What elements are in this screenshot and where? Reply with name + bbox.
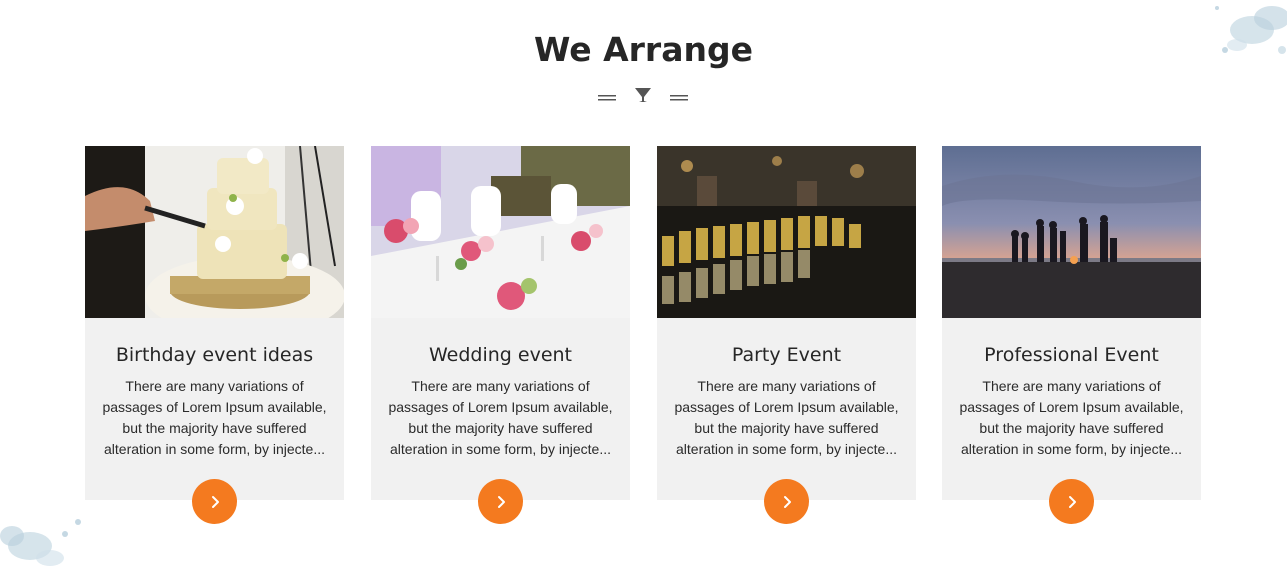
page: We Arrange Birthday event ideas There ar…: [0, 0, 1287, 566]
wedding-table-photo: [371, 146, 630, 318]
event-card-party: Party Event There are many variations of…: [657, 146, 916, 524]
card-body: Birthday event ideas There are many vari…: [85, 318, 344, 524]
chevron-right-icon: [1068, 495, 1076, 508]
event-cards: Birthday event ideas There are many vari…: [85, 146, 1201, 526]
wedding-cake-photo: [85, 146, 344, 318]
card-more-button[interactable]: [764, 479, 809, 524]
card-more-button[interactable]: [192, 479, 237, 524]
chevron-right-icon: [783, 495, 791, 508]
section-title: We Arrange: [534, 30, 753, 69]
card-title: Birthday event ideas: [115, 344, 314, 366]
card-more-button[interactable]: [478, 479, 523, 524]
watercolor-splash-decoration: [0, 519, 81, 566]
card-text: There are many variations of passages of…: [959, 378, 1184, 457]
event-card-birthday: Birthday event ideas There are many vari…: [85, 146, 344, 524]
card-title: Wedding event: [428, 344, 573, 366]
card-text: There are many variations of passages of…: [388, 378, 613, 457]
title-divider: [598, 88, 688, 102]
card-text: There are many variations of passages of…: [102, 378, 327, 457]
chevron-right-icon: [497, 495, 505, 508]
card-title: Professional Event: [984, 344, 1159, 366]
event-card-professional: Professional Event There are many variat…: [942, 146, 1201, 524]
card-body: Wedding event There are many variations …: [371, 318, 630, 524]
divider-line-left: [598, 95, 616, 101]
chevron-right-icon: [211, 495, 219, 508]
event-card-wedding: Wedding event There are many variations …: [371, 146, 630, 524]
card-body: Professional Event There are many variat…: [942, 318, 1201, 524]
divider-line-right: [670, 95, 688, 101]
card-more-button[interactable]: [1049, 479, 1094, 524]
beach-sunset-photo: [942, 146, 1201, 318]
cocktail-glass-icon: [635, 88, 651, 102]
champagne-glasses-photo: [657, 146, 916, 318]
card-title: Party Event: [731, 344, 842, 366]
card-body: Party Event There are many variations of…: [657, 318, 916, 524]
card-text: There are many variations of passages of…: [674, 378, 899, 457]
